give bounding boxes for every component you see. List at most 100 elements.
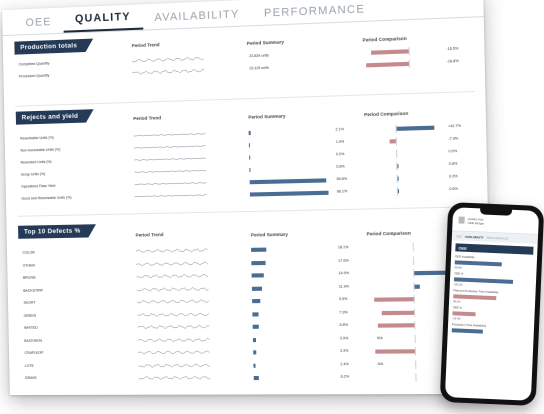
tab-availability[interactable]: AVAILABILITY [142,8,251,30]
trend-sparkline [135,192,207,199]
trend-sparkline [137,299,209,305]
summary-column-title: Period Summary [246,39,284,46]
top-defects-header: Top 10 Defects % [18,224,89,239]
comparison-axis [413,308,416,317]
tab-performance[interactable]: PERFORMANCE [252,3,378,26]
comparison-bar [389,139,396,144]
phone-mockup: Quality Hub OEE Widget OEE AVAILABILITY … [439,202,544,406]
trend-sparkline [137,311,209,317]
comparison-value: -18.8% [446,58,459,64]
summary-value: 23,119 units [249,65,270,71]
trend-sparkline [138,375,210,380]
compare-column-title: Period Comparison [366,230,411,237]
summary-value: 1.9% [335,139,345,144]
defect-label: BACKSKIN [24,338,42,343]
summary-value: 7.9% [339,309,348,315]
summary-value: 0.0% [335,152,345,157]
phone-metric-value: 48.1% [452,300,461,304]
table-row: BACKSTRIP 11.9% [19,281,479,295]
phone-metric-track [452,311,530,318]
comparison-bar [370,49,409,55]
table-row: OTHER 17.6% [19,255,479,270]
trend-sparkline [134,168,206,175]
comparison-bar [397,176,399,181]
phone-tab-oee[interactable]: OEE [456,234,462,240]
top-defects-section: Top 10 Defects % Period Trend Period Sum… [18,217,481,391]
comparison-axis [396,149,398,158]
trend-column-title: Period Trend [133,115,162,122]
trend-sparkline [138,337,210,343]
table-row: SKORT 9.5% [20,294,480,308]
comparison-value: 0.0% [448,149,458,154]
phone-metric-track [451,328,530,335]
rejects-yield-section: Rejects and yield Period Trend Period Su… [15,97,477,212]
defect-label: SKORT [23,300,36,305]
defect-label: BACKSTRIP [23,288,44,293]
phone-tab-performance[interactable]: PERFORMANCE [486,236,509,243]
phone-metric-track [453,294,531,301]
defect-label: WHITED [23,325,38,330]
summary-value: 14.9% [338,271,350,276]
phone-tab-availability[interactable]: AVAILABILITY [465,235,484,242]
summary-bar [248,130,251,136]
summary-bar [252,311,260,317]
row-label: Reworked Units (%) [20,159,52,165]
summary-value: 23,834 units [249,53,270,59]
comparison-value: -16.5% [446,46,459,52]
comparison-bar [373,297,414,302]
phone-metric-track [453,277,532,284]
trend-sparkline [132,56,204,64]
app-icon [458,216,465,224]
comparison-value: +42.7% [447,123,461,129]
row-label: Processed Quantity [18,73,50,79]
comparison-axis [414,334,416,343]
summary-bar [251,247,267,252]
rejects-yield-header: Rejects and yield [15,109,87,125]
trend-sparkline [134,143,206,150]
summary-column-title: Period Summary [248,113,286,120]
summary-value: 17.6% [338,258,349,263]
comparison-note: N/A [377,361,384,366]
comparison-value: 0.6% [449,186,458,192]
row-label: Non-reworkable Units (%) [20,147,61,153]
comparison-bar [377,323,415,328]
comparison-axis [408,47,410,56]
phone-metric-bar [454,260,502,267]
trend-sparkline [134,156,206,163]
summary-column-title: Period Summary [250,231,288,238]
comparison-axis [413,295,415,304]
trend-column-title: Period Trend [131,42,160,49]
summary-bar [253,375,259,381]
summary-value: 11.9% [338,283,350,289]
summary-bar [249,178,326,185]
comparison-axis [412,255,415,265]
comparison-bar [397,164,399,169]
comparison-value: 0.3% [448,174,458,179]
table-row: GREEN 7.9% [20,307,480,320]
summary-bar [249,190,329,197]
compare-column-title: Period Comparison [364,110,409,118]
row-label: Good and Reworkable Units (%) [21,195,72,201]
comparison-bar [396,125,435,131]
summary-bar [253,350,256,355]
tab-quality[interactable]: QUALITY [63,10,143,33]
production-totals-section: Production totals Period Trend Period Su… [14,24,474,104]
summary-value: 18.1% [337,245,349,250]
summary-bar [251,286,262,291]
summary-value: 6.2% [340,374,350,379]
trend-sparkline [136,273,208,279]
comparison-bar [374,349,415,354]
defect-label: GREEN [23,313,37,318]
phone-screen: Quality Hub OEE Widget OEE AVAILABILITY … [444,207,540,401]
summary-bar [252,337,257,342]
table-row: BACKSKIN 3.9% N/A [20,334,480,346]
trend-sparkline [136,260,208,266]
trend-sparkline [137,286,209,292]
tab-oee[interactable]: OEE [14,16,64,35]
defect-label: BRUISE [22,275,36,280]
phone-metric-value: 56.0% [454,266,462,270]
comparison-axis [414,347,417,356]
summary-value: 9.5% [338,296,348,302]
phone-metric-row: Production Time Availability [451,322,530,342]
comparison-bar [381,310,415,315]
